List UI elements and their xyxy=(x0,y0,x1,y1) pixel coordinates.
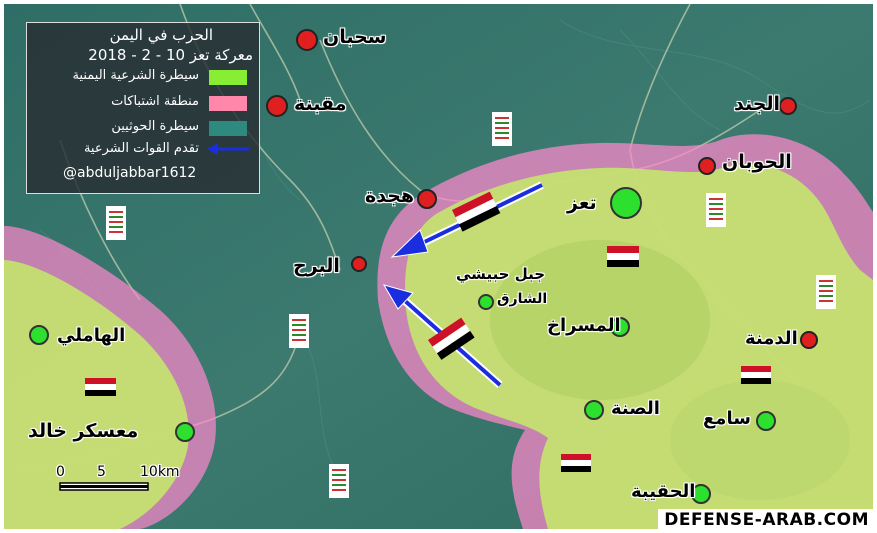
same-marker xyxy=(756,411,776,431)
houthi-slogan-icon xyxy=(106,206,126,240)
label-hajda: هجدة xyxy=(365,185,415,207)
muaskar-marker xyxy=(175,422,195,442)
legend-label-houthi: سيطرة الحوثيين xyxy=(111,119,199,134)
legend: الحرب في اليمن معركة تعز 10 - 2 - 2018 س… xyxy=(26,22,260,194)
watermark: DEFENSE-ARAB.COM xyxy=(658,509,875,531)
taiz-marker xyxy=(610,187,642,219)
label-janad: الجند xyxy=(734,93,781,115)
map-frame: الحرب في اليمن معركة تعز 10 - 2 - 2018 س… xyxy=(0,0,877,533)
maqbana-marker xyxy=(266,95,288,117)
scale-label-10km: 10km xyxy=(140,464,180,480)
label-burh: البرح xyxy=(293,255,340,277)
burh-marker xyxy=(351,256,367,272)
shariq-marker xyxy=(478,294,494,310)
scale-bar xyxy=(59,482,149,491)
houthi-slogan-icon xyxy=(289,314,309,348)
dimna-marker xyxy=(800,331,818,349)
hamli-marker xyxy=(29,325,49,345)
legend-swatch-government xyxy=(209,70,247,85)
label-shariq: الشارق xyxy=(497,291,548,307)
houthi-slogan-icon xyxy=(492,112,512,146)
label-maqbana: مقبنة xyxy=(294,93,347,115)
label-sahban: سحبان xyxy=(323,26,387,48)
janad-marker xyxy=(779,97,797,115)
label-muaskar: معسكر خالد xyxy=(28,420,139,442)
label-taiz: تعز xyxy=(567,192,597,214)
scale-label-0: 0 xyxy=(56,464,65,480)
yemen-flag-icon xyxy=(607,246,639,267)
legend-label-clashes: منطقة اشتباكات xyxy=(111,94,199,109)
label-hawban: الحوبان xyxy=(722,151,792,173)
yemen-flag-icon xyxy=(561,454,591,472)
legend-swatch-clashes xyxy=(209,96,247,111)
yemen-flag-icon xyxy=(741,366,771,384)
houthi-slogan-icon xyxy=(706,193,726,227)
legend-title: الحرب في اليمن xyxy=(109,26,213,44)
label-sina: الصنة xyxy=(611,398,660,419)
legend-arrow-icon xyxy=(207,143,249,155)
legend-label-government: سيطرة الشرعية اليمنية xyxy=(72,68,199,83)
legend-swatch-houthi xyxy=(209,121,247,136)
label-hamli: الهاملي xyxy=(57,325,126,346)
sahban-marker xyxy=(296,29,318,51)
yemen-flag-icon xyxy=(85,378,116,396)
sina-marker xyxy=(584,400,604,420)
label-haqiba: الحقيبة xyxy=(631,481,696,502)
legend-subtitle: معركة تعز 10 - 2 - 2018 xyxy=(88,46,253,64)
legend-handle: @abduljabbar1612 xyxy=(63,165,197,181)
label-habashi: جبل حبيشي xyxy=(456,265,546,283)
label-dimna: الدمنة xyxy=(745,328,798,349)
houthi-slogan-icon xyxy=(329,464,349,498)
legend-label-advance: تقدم القوات الشرعية xyxy=(83,141,199,156)
hajda-marker xyxy=(417,189,437,209)
hawban-marker xyxy=(698,157,716,175)
label-masrakh: المسراخ xyxy=(547,315,621,336)
label-same: سامع xyxy=(703,408,751,429)
houthi-slogan-icon xyxy=(816,275,836,309)
scale-label-5: 5 xyxy=(97,464,106,480)
